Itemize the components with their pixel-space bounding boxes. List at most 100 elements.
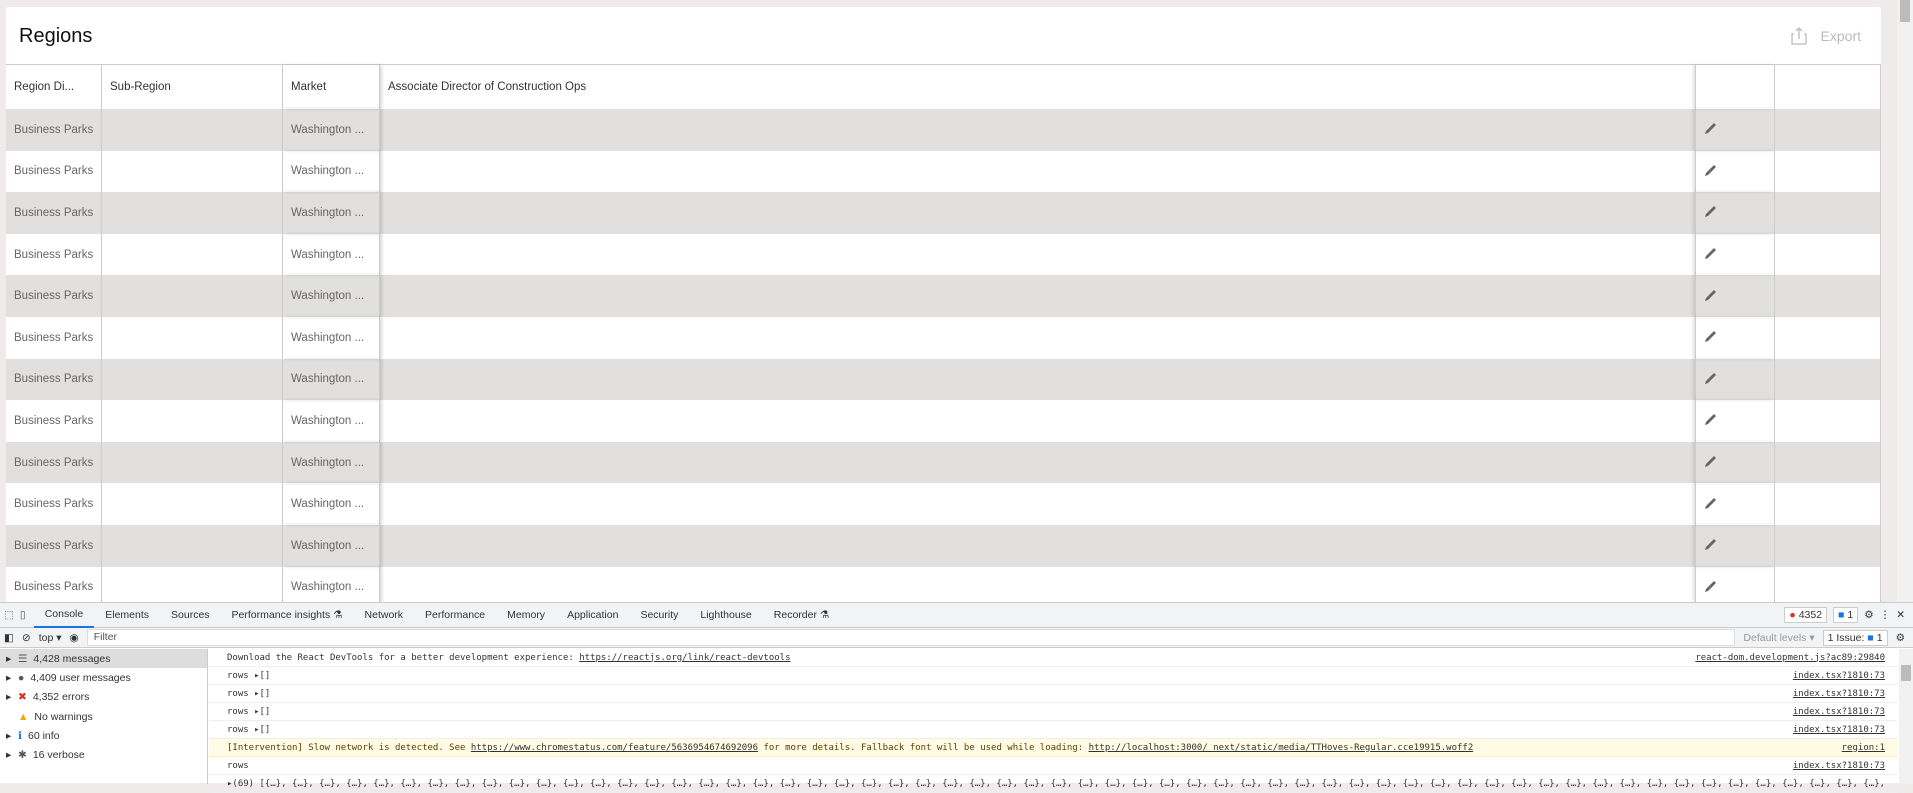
console-settings-gear-icon[interactable]: ⚙ bbox=[1896, 632, 1913, 644]
scrollbar-thumb[interactable] bbox=[1900, 0, 1910, 22]
regions-table: Region Di... Sub-Region Market Associate… bbox=[6, 64, 1881, 602]
devtools-tab[interactable]: Memory bbox=[496, 603, 556, 628]
cell-director bbox=[380, 234, 1695, 276]
cell-director bbox=[380, 109, 1695, 151]
edit-pencil-icon[interactable] bbox=[1704, 246, 1718, 263]
extra-cell bbox=[1775, 566, 1881, 602]
issue-count: 1 bbox=[1847, 609, 1854, 621]
message-source-link[interactable]: index.tsx?1810:73 bbox=[1793, 761, 1885, 771]
message-body: rows ▸[] bbox=[227, 688, 271, 699]
message-source-link[interactable]: index.tsx?1810:73 bbox=[1793, 689, 1885, 699]
message-link[interactable]: https://www.chromestatus.com/feature/563… bbox=[471, 743, 758, 753]
close-devtools-icon[interactable]: ✕ bbox=[1896, 609, 1905, 621]
sidebar-filter-item[interactable]: ▲ No warnings bbox=[0, 707, 207, 726]
cell-market: Washington ... bbox=[283, 358, 380, 401]
header-associate-director[interactable]: Associate Director of Construction Ops bbox=[380, 65, 1695, 109]
expand-arrow-icon[interactable]: ▸ bbox=[6, 653, 12, 665]
message-source-link[interactable]: index.tsx?1810:73 bbox=[1793, 707, 1885, 717]
message-source-link[interactable]: region:1 bbox=[1842, 743, 1885, 753]
edit-pencil-icon[interactable] bbox=[1704, 121, 1718, 138]
expand-arrow-icon[interactable]: ▸ bbox=[6, 672, 12, 684]
cell-director bbox=[380, 151, 1695, 193]
message-link[interactable]: http://localhost:3000/_next/static/media… bbox=[1089, 743, 1474, 753]
edit-pencil-icon[interactable] bbox=[1704, 288, 1718, 305]
sidebar-filter-item[interactable]: ▸ ● 4,409 user messages bbox=[0, 668, 207, 687]
clear-console-icon[interactable]: ⊘ bbox=[22, 632, 31, 644]
edit-pencil-icon[interactable] bbox=[1704, 371, 1718, 388]
page-scrollbar[interactable] bbox=[1897, 0, 1913, 602]
expand-arrow-icon[interactable]: ▸ bbox=[6, 691, 12, 703]
header-sub-region[interactable]: Sub-Region bbox=[102, 65, 283, 109]
issues-button[interactable]: 1 Issue: ■ 1 bbox=[1822, 629, 1888, 646]
cell-market: Washington ... bbox=[283, 524, 380, 567]
message-source-link[interactable]: react-dom.development.js?ac89:29840 bbox=[1695, 653, 1885, 663]
table-row: Business Parks Washington ... bbox=[6, 150, 1881, 193]
devtools-tab[interactable]: Security bbox=[629, 603, 689, 628]
expand-arrow-icon[interactable]: ▸ bbox=[6, 730, 12, 742]
devtools-tab[interactable]: Network bbox=[354, 603, 415, 628]
console-message: rows ▸[] index.tsx?1810:73 bbox=[209, 721, 1897, 739]
error-count-badge[interactable]: ● 4352 bbox=[1784, 607, 1828, 623]
log-levels-dropdown[interactable]: Default levels ▾ bbox=[1743, 632, 1814, 644]
sidebar-filter-item[interactable]: ▸ ✱ 16 verbose bbox=[0, 745, 207, 764]
live-expression-eye-icon[interactable]: ◉ bbox=[70, 632, 79, 644]
console-message: ▸(69) [{…}, {…}, {…}, {…}, {…}, {…}, {…}… bbox=[209, 775, 1897, 793]
console-message: rows index.tsx?1810:73 bbox=[209, 757, 1897, 775]
devtools-tab[interactable]: Application bbox=[556, 603, 629, 628]
cell-region: Business Parks bbox=[6, 441, 102, 484]
message-source-link[interactable]: index.tsx?1810:73 bbox=[1793, 671, 1885, 681]
sidebar-filter-item[interactable]: ▸ ✖ 4,352 errors bbox=[0, 688, 207, 707]
cell-market: Washington ... bbox=[283, 275, 380, 317]
settings-gear-icon[interactable]: ⚙ bbox=[1864, 609, 1873, 621]
header-market[interactable]: Market bbox=[283, 65, 380, 109]
cell-region: Business Parks bbox=[6, 524, 102, 567]
extra-cell bbox=[1775, 192, 1881, 234]
context-select[interactable]: top ▾ bbox=[39, 632, 62, 644]
page-title: Regions bbox=[19, 25, 93, 47]
issue-count-badge[interactable]: ■ 1 bbox=[1833, 607, 1859, 623]
edit-pencil-icon[interactable] bbox=[1704, 454, 1718, 471]
edit-pencil-icon[interactable] bbox=[1704, 163, 1718, 180]
message-text: rows bbox=[227, 761, 249, 771]
cell-sub-region bbox=[102, 109, 283, 151]
devtools-tab[interactable]: Recorder ⚗ bbox=[763, 603, 841, 628]
filter-input[interactable]: Filter bbox=[86, 629, 1736, 646]
edit-pencil-icon[interactable] bbox=[1704, 412, 1718, 429]
export-button[interactable]: Export bbox=[1790, 27, 1861, 45]
device-toolbar-icon[interactable]: ▯ bbox=[18, 609, 34, 621]
message-link[interactable]: https://reactjs.org/link/react-devtools bbox=[579, 653, 790, 663]
devtools-tab[interactable]: Console bbox=[33, 603, 95, 628]
edit-pencil-icon[interactable] bbox=[1704, 204, 1718, 221]
edit-pencil-icon[interactable] bbox=[1704, 537, 1718, 554]
console-message: Download the React DevTools for a better… bbox=[209, 649, 1897, 667]
console-scrollbar[interactable] bbox=[1899, 649, 1913, 784]
message-source-link[interactable]: index.tsx?1810:73 bbox=[1793, 725, 1885, 735]
cell-region: Business Parks bbox=[6, 109, 102, 151]
message-body: rows ▸[] bbox=[227, 670, 271, 681]
sidebar-toggle-icon[interactable]: ◧ bbox=[4, 632, 14, 644]
devtools-tab[interactable]: Sources bbox=[160, 603, 221, 628]
cell-market: Washington ... bbox=[283, 233, 380, 276]
edit-pencil-icon[interactable] bbox=[1704, 329, 1718, 346]
devtools-tab[interactable]: Performance bbox=[414, 603, 496, 628]
devtools-tab[interactable]: Lighthouse bbox=[689, 603, 762, 628]
header-extra bbox=[1775, 65, 1881, 109]
share-export-icon bbox=[1790, 27, 1807, 45]
devtools-tab[interactable]: Performance insights ⚗ bbox=[221, 603, 354, 628]
expand-arrow-icon[interactable]: ▸ bbox=[6, 749, 12, 761]
sidebar-filter-item[interactable]: ▸ ☰ 4,428 messages bbox=[0, 649, 207, 669]
edit-pencil-icon[interactable] bbox=[1704, 496, 1718, 513]
console-scrollbar-thumb[interactable] bbox=[1901, 665, 1911, 681]
more-options-icon[interactable]: ⋮ bbox=[1880, 609, 1891, 621]
devtools-tab[interactable]: Elements bbox=[94, 603, 160, 628]
cell-sub-region bbox=[102, 400, 283, 442]
console-message: [Intervention] Slow network is detected.… bbox=[209, 739, 1897, 757]
table-row: Business Parks Washington ... bbox=[6, 192, 1881, 234]
cell-director bbox=[380, 400, 1695, 442]
header-region-division[interactable]: Region Di... bbox=[6, 65, 102, 109]
sidebar-filter-item[interactable]: ▸ ℹ 60 info bbox=[0, 726, 207, 745]
inspect-element-icon[interactable]: ⬚ bbox=[0, 609, 18, 621]
cell-director bbox=[380, 317, 1695, 359]
edit-cell bbox=[1695, 524, 1775, 567]
edit-pencil-icon[interactable] bbox=[1704, 579, 1718, 596]
